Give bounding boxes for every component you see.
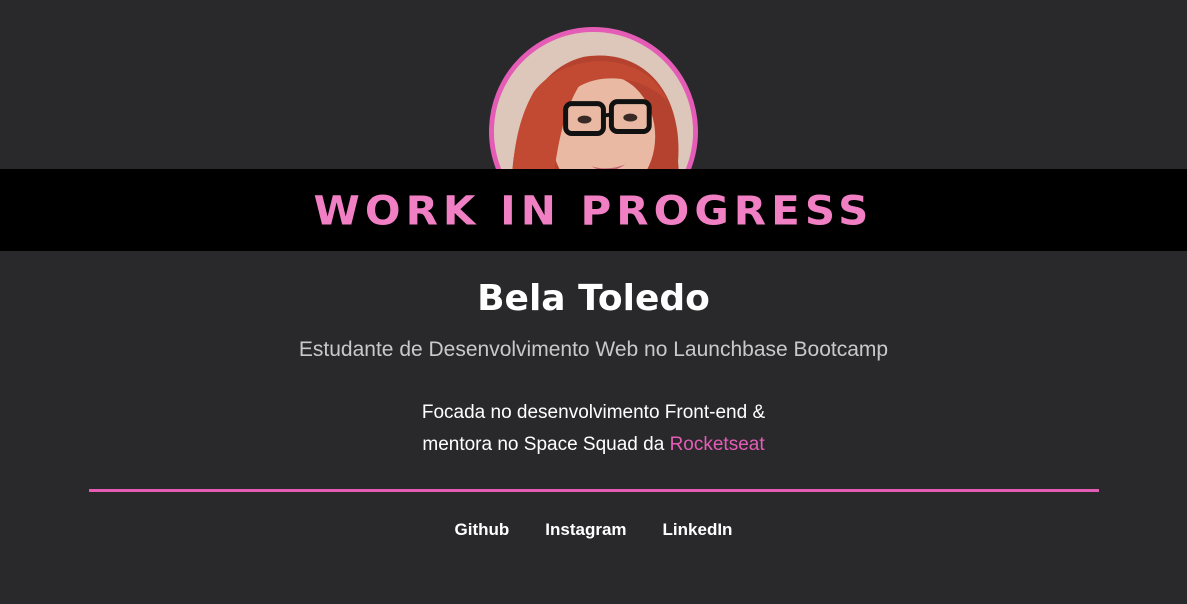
section-divider: [89, 489, 1099, 492]
banner-text: Work in Progress: [313, 186, 874, 234]
linkedin-link[interactable]: LinkedIn: [663, 520, 733, 540]
rocketseat-link[interactable]: Rocketseat: [670, 434, 765, 455]
work-in-progress-banner: Work in Progress: [0, 169, 1187, 251]
description-line-2: mentora no Space Squad da Rocketseat: [0, 429, 1187, 461]
profile-name: Bela Toledo: [477, 278, 710, 319]
github-link[interactable]: Github: [455, 520, 510, 540]
social-links: Github Instagram LinkedIn: [0, 520, 1187, 540]
profile-description: Focada no desenvolvimento Front-end & me…: [0, 397, 1187, 461]
profile-page: Work in Progress Bela Toledo Estudante d…: [0, 0, 1187, 604]
description-line-2-text: mentora no Space Squad da: [422, 434, 670, 455]
profile-subtitle: Estudante de Desenvolvimento Web no Laun…: [298, 338, 889, 361]
description-line-1: Focada no desenvolvimento Front-end &: [421, 402, 766, 423]
instagram-link[interactable]: Instagram: [545, 520, 626, 540]
